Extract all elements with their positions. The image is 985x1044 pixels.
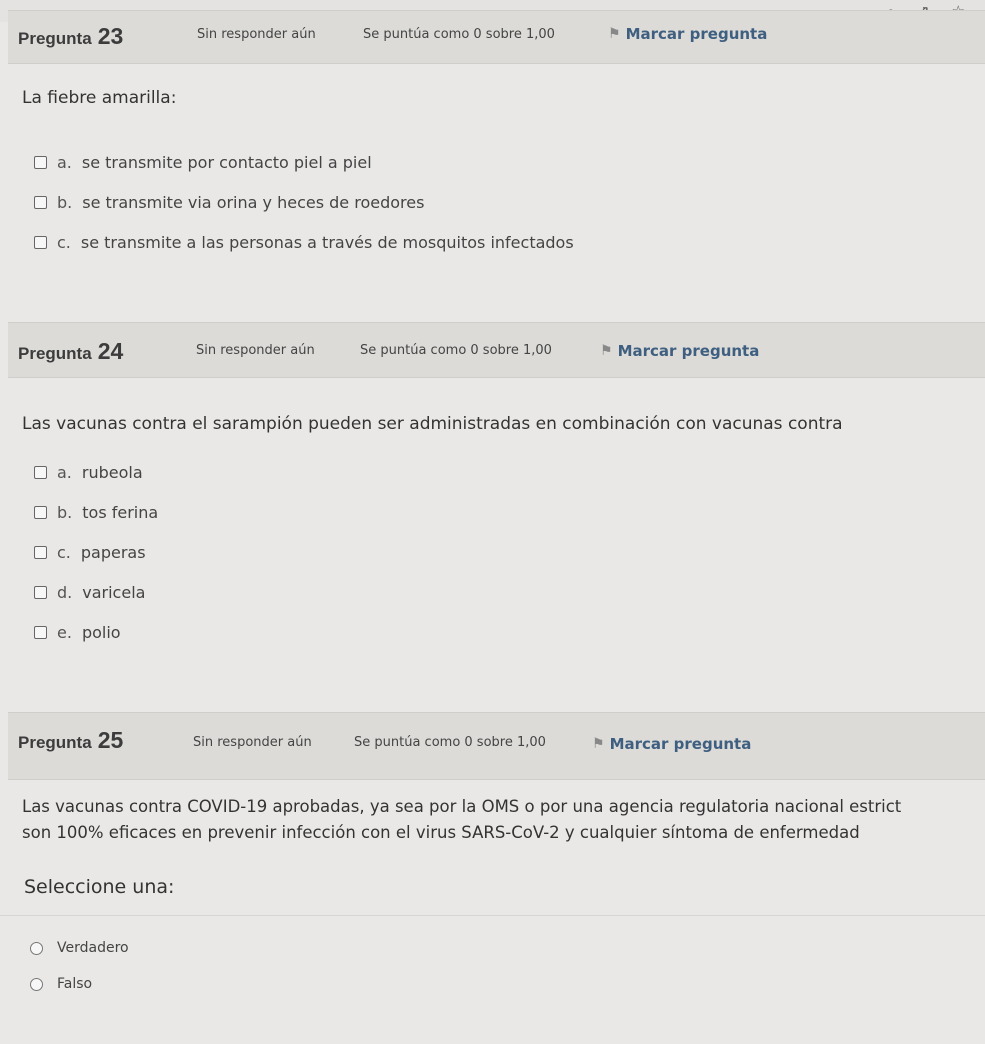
question-text: Las vacunas contra el sarampión pueden s… <box>22 414 843 434</box>
question-grade: Se puntúa como 0 sobre 1,00 <box>360 343 552 358</box>
answer-letter: c. <box>57 232 71 252</box>
answer-text: Verdadero <box>57 940 129 956</box>
answer-option-true[interactable]: Verdadero <box>30 930 129 966</box>
answer-letter: d. <box>57 582 73 602</box>
radio-button[interactable] <box>30 941 43 955</box>
checkbox[interactable] <box>34 585 47 599</box>
answer-list: a. se transmite por contacto piel a piel… <box>34 142 574 262</box>
question-grade: Se puntúa como 0 sobre 1,00 <box>354 735 546 750</box>
answer-text: polio <box>81 622 121 642</box>
checkbox[interactable] <box>34 505 47 519</box>
answer-letter: a. <box>57 152 72 172</box>
flag-question-button[interactable]: ⚑ Marcar pregunta <box>608 25 767 43</box>
answer-option-false[interactable]: Falso <box>30 966 129 1002</box>
answer-letter: c. <box>57 542 71 562</box>
answer-option-d[interactable]: d. varicela <box>34 572 158 612</box>
answer-option-e[interactable]: e. polio <box>34 612 158 652</box>
checkbox[interactable] <box>34 625 47 639</box>
answer-text: Falso <box>57 976 93 992</box>
question-title: Pregunta 25 <box>18 727 123 754</box>
question-title: Pregunta 24 <box>18 338 123 365</box>
answer-list: Verdadero Falso <box>30 930 129 1002</box>
select-one-prompt: Seleccione una: <box>24 876 175 898</box>
answer-text: rubeola <box>81 462 143 482</box>
question-text: La fiebre amarilla: <box>22 88 177 108</box>
question-title: Pregunta 23 <box>18 23 123 50</box>
answer-option-c[interactable]: c. se transmite a las personas a través … <box>34 222 574 262</box>
answer-option-b[interactable]: b. se transmite via orina y heces de roe… <box>34 182 574 222</box>
divider <box>0 915 985 916</box>
question-status: Sin responder aún <box>196 343 315 358</box>
flag-icon: ⚑ <box>608 26 621 42</box>
question-title-label: Pregunta <box>18 344 92 363</box>
question-number: 25 <box>97 727 124 753</box>
answer-option-b[interactable]: b. tos ferina <box>34 492 158 532</box>
flag-icon: ⚑ <box>592 736 605 752</box>
question-header: Pregunta 23 Sin responder aún Se puntúa c… <box>8 10 985 64</box>
flag-question-label: Marcar pregunta <box>617 342 760 360</box>
checkbox[interactable] <box>34 465 47 479</box>
question-header: Pregunta 25 Sin responder aún Se puntúa c… <box>8 712 985 780</box>
question-text-line-2: son 100% eficaces en prevenir infección … <box>22 823 860 842</box>
answer-option-a[interactable]: a. se transmite por contacto piel a piel <box>34 142 574 182</box>
answer-option-a[interactable]: a. rubeola <box>34 452 158 492</box>
question-number: 24 <box>97 338 124 364</box>
question-title-label: Pregunta <box>18 29 92 48</box>
question-number: 23 <box>97 23 124 49</box>
flag-question-label: Marcar pregunta <box>625 25 768 43</box>
question-header: Pregunta 24 Sin responder aún Se puntúa c… <box>8 322 985 378</box>
question-grade: Se puntúa como 0 sobre 1,00 <box>363 27 555 42</box>
answer-text: se transmite via orina y heces de roedor… <box>82 192 425 212</box>
question-status: Sin responder aún <box>197 27 316 42</box>
flag-question-label: Marcar pregunta <box>609 735 752 753</box>
flag-question-button[interactable]: ⚑ Marcar pregunta <box>592 735 751 753</box>
answer-letter: a. <box>57 462 72 482</box>
checkbox[interactable] <box>34 545 47 559</box>
answer-letter: b. <box>57 502 73 522</box>
checkbox[interactable] <box>34 235 47 249</box>
answer-option-c[interactable]: c. paperas <box>34 532 158 572</box>
answer-text: varicela <box>82 582 146 602</box>
answer-text: se transmite por contacto piel a piel <box>81 152 372 172</box>
question-title-label: Pregunta <box>18 733 92 752</box>
checkbox[interactable] <box>34 155 47 169</box>
answer-letter: b. <box>57 192 73 212</box>
answer-text: se transmite a las personas a través de … <box>80 232 574 252</box>
answer-text: paperas <box>80 542 146 562</box>
checkbox[interactable] <box>34 195 47 209</box>
radio-button[interactable] <box>30 977 43 991</box>
question-text-line-1: Las vacunas contra COVID-19 aprobadas, y… <box>22 797 902 816</box>
answer-letter: e. <box>57 622 72 642</box>
question-status: Sin responder aún <box>193 735 312 750</box>
flag-question-button[interactable]: ⚑ Marcar pregunta <box>600 342 759 360</box>
answer-text: tos ferina <box>82 502 159 522</box>
answer-list: a. rubeola b. tos ferina c. paperas d. v… <box>34 452 158 652</box>
flag-icon: ⚑ <box>600 343 613 359</box>
